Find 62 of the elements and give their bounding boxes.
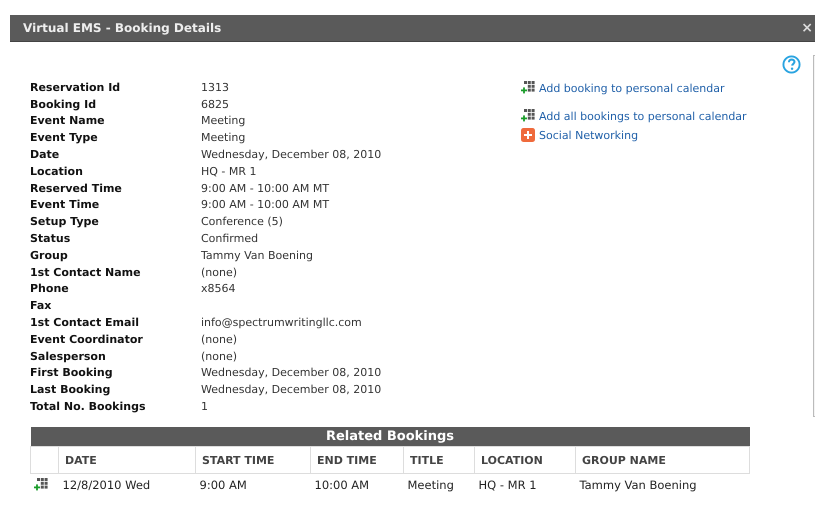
table-cell: 10:00 AM bbox=[310, 474, 404, 494]
field-label: 1st Contact Name bbox=[30, 266, 142, 279]
field-label: Reserved Time bbox=[30, 182, 123, 195]
field-label: Salesperson bbox=[30, 350, 107, 363]
field-label: Date bbox=[30, 148, 60, 162]
field-value: Confirmed bbox=[201, 232, 260, 246]
window-title: Virtual EMS - Booking Details bbox=[22, 21, 222, 35]
table-cell: 12/8/2010 Wed bbox=[58, 474, 196, 494]
field-value: (none) bbox=[201, 332, 238, 346]
field-value: (none) bbox=[201, 350, 238, 363]
field-label: Booking Id bbox=[30, 98, 98, 111]
table-title: Related Bookings bbox=[30, 426, 750, 447]
field-label: Event Coordinator bbox=[30, 332, 144, 346]
calendar-add-icon bbox=[34, 478, 48, 492]
field-value: Conference (5) bbox=[201, 215, 284, 228]
field-value: Meeting bbox=[201, 131, 246, 144]
field-label: Fax bbox=[30, 299, 52, 312]
table-cell: HQ - MR 1 bbox=[474, 474, 576, 494]
field-value: 6825 bbox=[201, 98, 230, 111]
field-label: Event Type bbox=[30, 131, 99, 144]
field-value: x8564 bbox=[201, 282, 237, 296]
field-label: Last Booking bbox=[30, 383, 112, 396]
help-icon[interactable] bbox=[782, 55, 801, 74]
table-cell: Meeting bbox=[404, 474, 474, 494]
field-label: Setup Type bbox=[30, 215, 100, 228]
field-value: Wednesday, December 08, 2010 bbox=[201, 366, 382, 380]
plus-icon bbox=[521, 128, 535, 142]
field-label: First Booking bbox=[30, 366, 114, 380]
column-header: DATE bbox=[58, 446, 196, 474]
field-value: Wednesday, December 08, 2010 bbox=[201, 383, 382, 396]
link[interactable]: Social Networking bbox=[539, 128, 638, 142]
table-cell: Tammy Van Boening bbox=[576, 474, 750, 494]
field-value: 9:00 AM - 10:00 AM MT bbox=[201, 182, 330, 195]
column-header: END TIME bbox=[310, 446, 404, 474]
field-label: Reservation Id bbox=[30, 80, 122, 94]
field-label: Group bbox=[30, 248, 69, 262]
field-label: Phone bbox=[30, 282, 70, 296]
field-value: 1 bbox=[201, 400, 209, 414]
field-value: 9:00 AM - 10:00 AM MT bbox=[201, 198, 330, 212]
field-label: Event Name bbox=[30, 114, 106, 128]
calendar-add-icon bbox=[521, 81, 535, 95]
field-label: 1st Contact Email bbox=[30, 316, 140, 330]
field-label: Event Time bbox=[30, 198, 100, 212]
field-label: Location bbox=[30, 164, 84, 178]
field-value: 1313 bbox=[201, 80, 230, 94]
calendar-add-icon bbox=[521, 109, 535, 123]
column-header: START TIME bbox=[196, 446, 310, 474]
link[interactable]: Add all bookings to personal calendar bbox=[539, 110, 747, 123]
column-header: GROUP NAME bbox=[576, 446, 750, 474]
field-value: info@spectrumwritingllc.com bbox=[201, 316, 363, 330]
field-value: Tammy Van Boening bbox=[201, 248, 314, 262]
column-header: TITLE bbox=[404, 446, 474, 474]
column-header: LOCATION bbox=[474, 446, 576, 474]
field-label: Status bbox=[30, 232, 72, 246]
close-button[interactable]: × bbox=[799, 20, 815, 36]
field-value: Wednesday, December 08, 2010 bbox=[201, 148, 382, 162]
field-value: HQ - MR 1 bbox=[201, 164, 258, 178]
field-label: Total No. Bookings bbox=[30, 400, 146, 414]
link[interactable]: Add booking to personal calendar bbox=[539, 82, 724, 95]
field-value: Meeting bbox=[201, 114, 246, 128]
field-value: (none) bbox=[201, 266, 238, 279]
table-cell: 9:00 AM bbox=[196, 474, 310, 494]
